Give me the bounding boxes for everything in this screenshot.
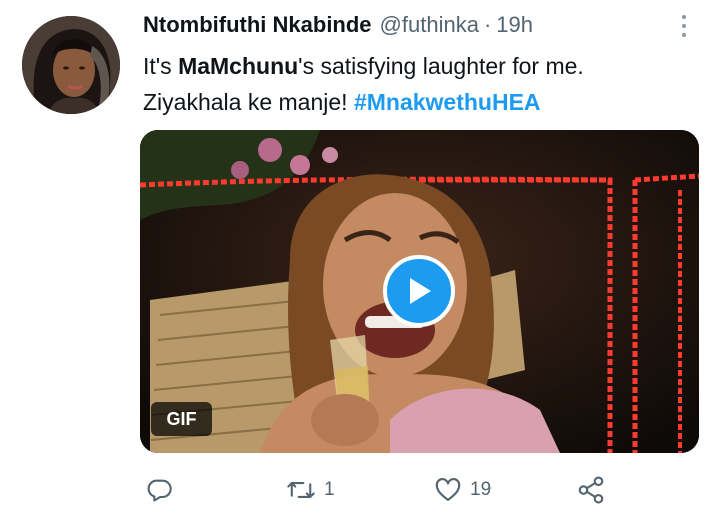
avatar[interactable] xyxy=(22,16,120,114)
bold-name: MaMchunu xyxy=(178,53,299,79)
tweet-text-part: It's xyxy=(143,53,179,79)
like-count: 19 xyxy=(470,479,492,500)
retweet-icon xyxy=(287,482,315,498)
gif-badge: GIF xyxy=(151,402,212,436)
separator-dot: · xyxy=(483,12,492,37)
tweet-text-part: Ziyakhala ke manje! xyxy=(143,89,354,115)
tweet-text: It's MaMchunu's satisfying laughter for … xyxy=(143,48,703,120)
play-icon xyxy=(410,278,431,304)
author-name[interactable]: Ntombifuthi Nkabinde xyxy=(143,12,372,38)
reply-icon xyxy=(147,479,172,502)
play-button[interactable] xyxy=(383,255,455,327)
retweet-count: 1 xyxy=(324,479,335,500)
tweet-text-part: 's satisfying laughter for me. xyxy=(298,53,584,79)
share-icon xyxy=(578,476,604,504)
author-handle[interactable]: @futhinka xyxy=(380,12,479,38)
more-options-icon[interactable] xyxy=(672,13,696,39)
tweet-timestamp[interactable]: 19h xyxy=(496,12,533,38)
tweet-actions: 1 19 xyxy=(0,468,720,512)
tweet-header: Ntombifuthi Nkabinde @futhinka · 19h xyxy=(143,12,670,44)
share-button[interactable] xyxy=(576,468,606,512)
reply-button[interactable] xyxy=(145,468,173,512)
heart-icon xyxy=(435,478,461,501)
retweet-button[interactable]: 1 xyxy=(286,468,335,512)
like-button[interactable]: 19 xyxy=(434,468,491,512)
hashtag-link[interactable]: #MnakwethuHEA xyxy=(354,89,541,115)
